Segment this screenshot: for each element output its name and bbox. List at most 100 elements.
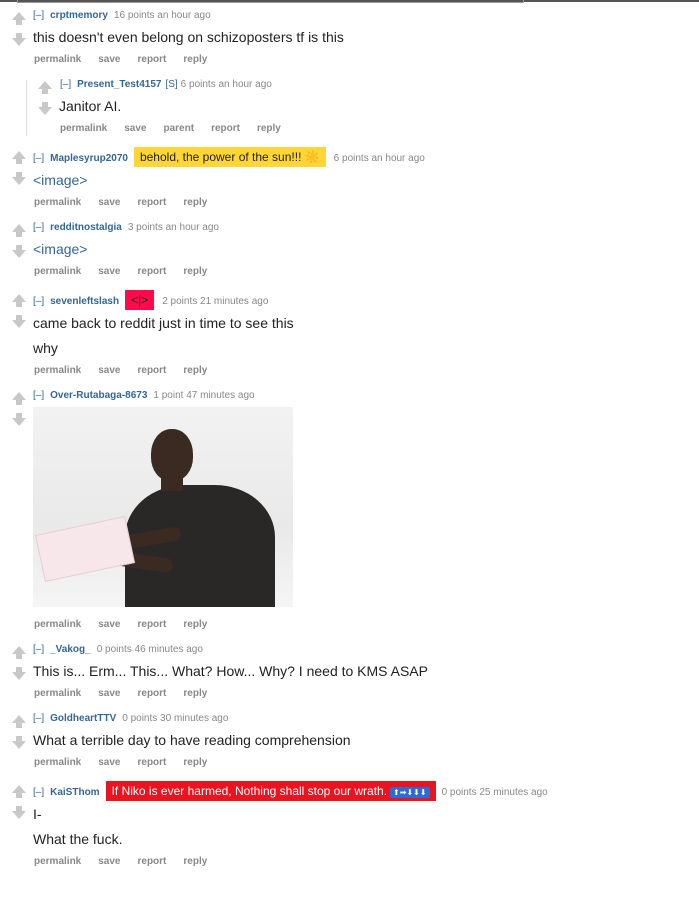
report-button[interactable]: report (138, 197, 167, 208)
reply-button[interactable]: reply (183, 197, 207, 208)
collapse-toggle[interactable]: [–] (60, 79, 71, 90)
downvote-arrow-icon[interactable] (12, 736, 26, 749)
save-button[interactable]: save (124, 123, 146, 134)
comment-body: Janitor AI. (59, 98, 122, 114)
upvote-arrow-icon[interactable] (38, 81, 52, 94)
author-link[interactable]: _Vakog_ (50, 644, 91, 655)
permalink-button[interactable]: permalink (34, 197, 81, 208)
upvote-arrow-icon[interactable] (12, 151, 26, 164)
save-button[interactable]: save (98, 856, 120, 867)
author-link[interactable]: sevenleftslash (50, 296, 119, 307)
upvote-arrow-icon[interactable] (12, 392, 26, 405)
author-link[interactable]: crptmemory (50, 10, 108, 21)
permalink-button[interactable]: permalink (34, 619, 81, 630)
report-button[interactable]: report (138, 688, 167, 699)
top-box-edge (17, 0, 524, 3)
downvote-arrow-icon[interactable] (12, 245, 26, 258)
report-button[interactable]: report (138, 54, 167, 65)
permalink-button[interactable]: permalink (60, 123, 107, 134)
author-link[interactable]: Over-Rutabaga-8673 (50, 390, 147, 401)
upvote-arrow-icon[interactable] (12, 715, 26, 728)
embedded-gif-image[interactable] (33, 407, 293, 607)
upvote-arrow-icon[interactable] (12, 294, 26, 307)
image-link[interactable]: <image> (33, 172, 87, 188)
collapse-toggle[interactable]: [–] (33, 390, 44, 401)
downvote-arrow-icon[interactable] (12, 33, 26, 46)
score-time: 0 points 30 minutes ago (122, 713, 229, 724)
reply-button[interactable]: reply (183, 757, 207, 768)
downvote-arrow-icon[interactable] (12, 315, 26, 328)
save-button[interactable]: save (98, 266, 120, 277)
downvote-arrow-icon[interactable] (12, 172, 26, 185)
reply-button[interactable]: reply (183, 54, 207, 65)
author-link[interactable]: Present_Test4157 (77, 79, 161, 90)
comment-buttons: permalink save report reply (34, 54, 224, 65)
comment-tagline: [–] GoldheartTTV 0 points 30 minutes ago (33, 713, 228, 724)
report-button[interactable]: report (138, 266, 167, 277)
parent-button[interactable]: parent (164, 123, 195, 134)
save-button[interactable]: save (98, 54, 120, 65)
comment-tagline: [–] crptmemory 16 points an hour ago (33, 10, 211, 21)
upvote-arrow-icon[interactable] (12, 646, 26, 659)
permalink-button[interactable]: permalink (34, 688, 81, 699)
downvote-arrow-icon[interactable] (12, 806, 26, 819)
comment-body: This is... Erm... This... What? How... W… (33, 663, 428, 679)
reply-button[interactable]: reply (183, 688, 207, 699)
permalink-button[interactable]: permalink (34, 757, 81, 768)
collapse-toggle[interactable]: [–] (33, 153, 44, 164)
user-flair: <|> (125, 290, 155, 310)
reply-button[interactable]: reply (183, 619, 207, 630)
upvote-arrow-icon[interactable] (12, 12, 26, 25)
permalink-button[interactable]: permalink (34, 856, 81, 867)
collapse-toggle[interactable]: [–] (33, 296, 44, 307)
image-link[interactable]: <image> (33, 241, 87, 257)
comment-buttons: permalink save report reply (34, 365, 224, 376)
report-button[interactable]: report (211, 123, 240, 134)
downvote-arrow-icon[interactable] (12, 667, 26, 680)
downvote-arrow-icon[interactable] (38, 102, 52, 115)
user-flair: If Niko is ever harmed, Nothing shall st… (105, 781, 436, 801)
collapse-toggle[interactable]: [–] (33, 787, 44, 798)
save-button[interactable]: save (98, 757, 120, 768)
author-link[interactable]: GoldheartTTV (50, 713, 116, 724)
score-time: 6 points an hour ago (180, 79, 272, 90)
score-time: 6 points an hour ago (333, 153, 425, 164)
user-flair: behold, the power of the sun!!! ☀️ (133, 147, 326, 167)
report-button[interactable]: report (138, 365, 167, 376)
comment-body: came back to reddit just in time to see … (33, 315, 294, 331)
permalink-button[interactable]: permalink (34, 266, 81, 277)
permalink-button[interactable]: permalink (34, 365, 81, 376)
comment-tagline: [–] Maplesyrup2070 behold, the power of th… (33, 147, 425, 167)
submitter-badge[interactable]: [S] (165, 79, 177, 90)
collapse-toggle[interactable]: [–] (33, 713, 44, 724)
comment-buttons: permalink save report reply (34, 266, 224, 277)
author-link[interactable]: Maplesyrup2070 (50, 153, 128, 164)
permalink-button[interactable]: permalink (34, 54, 81, 65)
comment-tagline: [–] Present_Test4157 [S] 6 points an hour a… (60, 79, 272, 90)
child-thread-line (26, 80, 27, 136)
collapse-toggle[interactable]: [–] (33, 222, 44, 233)
collapse-toggle[interactable]: [–] (33, 10, 44, 21)
downvote-arrow-icon[interactable] (12, 413, 26, 426)
collapse-toggle[interactable]: [–] (33, 644, 44, 655)
save-button[interactable]: save (98, 365, 120, 376)
score-time: 2 points 21 minutes ago (162, 296, 269, 307)
upvote-arrow-icon[interactable] (12, 224, 26, 237)
reply-button[interactable]: reply (183, 365, 207, 376)
reply-button[interactable]: reply (183, 856, 207, 867)
author-link[interactable]: redditnostalgia (50, 222, 122, 233)
comment-tagline: [–] KaiSThom If Niko is ever harmed, Nothi… (33, 781, 548, 801)
report-button[interactable]: report (138, 757, 167, 768)
save-button[interactable]: save (98, 619, 120, 630)
report-button[interactable]: report (138, 619, 167, 630)
comment-body: What the fuck. (33, 831, 123, 847)
save-button[interactable]: save (98, 197, 120, 208)
comment-tagline: [–] Over-Rutabaga-8673 1 point 47 minutes … (33, 390, 255, 401)
reply-button[interactable]: reply (257, 123, 281, 134)
upvote-arrow-icon[interactable] (12, 785, 26, 798)
save-button[interactable]: save (98, 688, 120, 699)
comment-body: this doesn't even belong on schizoposter… (33, 29, 344, 45)
author-link[interactable]: KaiSThom (50, 787, 99, 798)
reply-button[interactable]: reply (183, 266, 207, 277)
report-button[interactable]: report (138, 856, 167, 867)
